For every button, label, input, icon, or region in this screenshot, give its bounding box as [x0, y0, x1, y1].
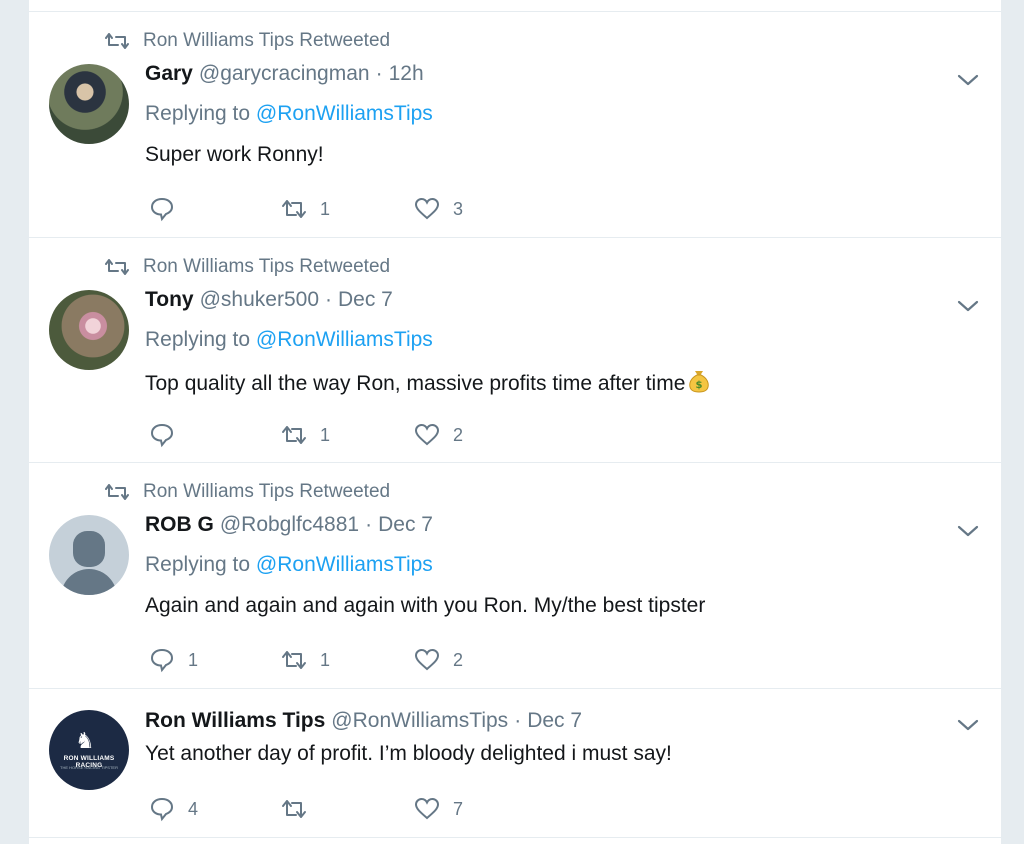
retweet-button[interactable]: 1: [281, 646, 330, 674]
like-button[interactable]: 2: [414, 421, 463, 449]
chevron-down-icon[interactable]: [955, 72, 981, 88]
retweet-count: 1: [320, 198, 331, 219]
display-name[interactable]: Gary: [145, 62, 193, 86]
retweet-context: Ron Williams Tips Retweeted: [105, 481, 390, 503]
separator-dot: ·: [365, 513, 373, 536]
reply-count: 4: [188, 798, 199, 819]
heart-icon: [414, 423, 440, 446]
heart-icon: [414, 197, 440, 220]
tweet[interactable]: Ron Williams Tips Retweeted Gary @garycr…: [29, 11, 1001, 238]
user-handle[interactable]: @RonWilliamsTips: [331, 709, 508, 733]
tweet[interactable]: ♞ RON WILLIAMS RACING THE HORSE RACING T…: [29, 688, 1001, 838]
retweet-count: 1: [320, 649, 331, 670]
display-name[interactable]: Tony: [145, 288, 194, 312]
retweet-icon: [105, 259, 129, 275]
like-button[interactable]: 7: [414, 795, 463, 823]
chevron-down-icon[interactable]: [955, 298, 981, 314]
avatar-head: [73, 531, 105, 567]
timeline: Ron Williams Tips Retweeted Gary @garycr…: [29, 0, 1001, 844]
retweet-icon: [282, 800, 306, 818]
tweet-text: Again and again and again with you Ron. …: [145, 594, 706, 617]
retweet-label: Ron Williams Tips Retweeted: [143, 256, 391, 277]
mention-link[interactable]: @RonWilliamsTips: [256, 102, 433, 125]
tweet-header: Tony @shuker500 · Dec 7: [145, 288, 393, 318]
tweet-header: Gary @garycracingman · 12h: [145, 62, 424, 92]
default-profile-icon[interactable]: [49, 515, 129, 595]
tweet[interactable]: Ron Williams Tips Retweeted Tony @shuker…: [29, 237, 1001, 463]
reply-icon: [150, 423, 174, 448]
money-bag-icon: $: [689, 371, 710, 393]
replying-prefix: Replying to: [145, 553, 251, 576]
mention-link[interactable]: @RonWilliamsTips: [256, 328, 433, 351]
reply-button[interactable]: [149, 195, 188, 223]
retweet-label: Ron Williams Tips Retweeted: [143, 30, 391, 51]
timestamp[interactable]: 12h: [389, 62, 424, 86]
retweet-icon: [282, 651, 306, 669]
separator-dot: ·: [375, 62, 383, 85]
chevron-down-icon[interactable]: [955, 717, 981, 733]
separator-dot: ·: [325, 288, 332, 311]
tweet-text-content: Top quality all the way Ron, massive pro…: [145, 372, 686, 395]
retweet-icon: [105, 484, 129, 500]
reply-icon: [150, 197, 174, 222]
replying-prefix: Replying to: [145, 328, 251, 351]
retweet-count: 1: [320, 424, 331, 445]
retweet-icon: [282, 200, 306, 218]
mention-link[interactable]: @RonWilliamsTips: [256, 553, 433, 576]
timestamp[interactable]: Dec 7: [527, 709, 582, 733]
reply-button[interactable]: 1: [149, 646, 198, 674]
display-name[interactable]: ROB G: [145, 513, 214, 537]
timestamp[interactable]: Dec 7: [378, 513, 433, 537]
retweet-context: Ron Williams Tips Retweeted: [105, 30, 390, 52]
retweet-label: Ron Williams Tips Retweeted: [143, 481, 391, 502]
separator-dot: ·: [514, 709, 522, 732]
like-button[interactable]: 3: [414, 195, 463, 223]
tweet[interactable]: Ron Williams Tips Retweeted ROB G @Robgl…: [29, 462, 1001, 689]
logo-subtext: THE HORSE RACING TIPSTER: [60, 765, 118, 770]
tweet-text: Top quality all the way Ron, massive pro…: [145, 369, 710, 396]
retweet-button[interactable]: [281, 795, 320, 823]
like-count: 2: [453, 649, 464, 670]
like-count: 3: [453, 198, 464, 219]
tweet-header: Ron Williams Tips @RonWilliamsTips · Dec…: [145, 709, 582, 739]
retweet-context: Ron Williams Tips Retweeted: [105, 256, 390, 278]
user-handle[interactable]: @shuker500: [200, 288, 319, 312]
like-button[interactable]: 2: [414, 646, 463, 674]
retweet-icon: [105, 33, 129, 49]
timestamp[interactable]: Dec 7: [338, 288, 393, 312]
replying-to: Replying to @RonWilliamsTips: [145, 553, 433, 577]
ron-williams-racing-logo[interactable]: ♞ RON WILLIAMS RACING THE HORSE RACING T…: [49, 710, 129, 790]
tweet-text: Super work Ronny!: [145, 143, 324, 166]
reply-button[interactable]: [149, 421, 188, 449]
retweet-button[interactable]: 1: [281, 195, 330, 223]
replying-to: Replying to @RonWilliamsTips: [145, 102, 433, 126]
chevron-down-icon[interactable]: [955, 523, 981, 539]
user-handle[interactable]: @garycracingman: [199, 62, 370, 86]
tweet-header: ROB G @Robglfc4881 · Dec 7: [145, 513, 433, 543]
retweet-button[interactable]: 1: [281, 421, 330, 449]
replying-prefix: Replying to: [145, 102, 251, 125]
retweet-icon: [282, 426, 306, 444]
reply-icon: [150, 648, 174, 673]
heart-icon: [414, 797, 440, 820]
tweet-text: Yet another day of profit. I’m bloody de…: [145, 742, 672, 765]
replying-to: Replying to @RonWilliamsTips: [145, 328, 433, 352]
reply-count: 1: [188, 649, 199, 670]
avatar-body: [61, 569, 117, 595]
user-handle[interactable]: @Robglfc4881: [220, 513, 359, 537]
reply-icon: [150, 797, 174, 822]
heart-icon: [414, 648, 440, 671]
like-count: 7: [453, 798, 464, 819]
display-name[interactable]: Ron Williams Tips: [145, 709, 325, 733]
avatar[interactable]: [49, 64, 129, 144]
avatar[interactable]: [49, 290, 129, 370]
svg-text:$: $: [696, 380, 703, 391]
like-count: 2: [453, 424, 464, 445]
horse-icon: ♞: [75, 728, 95, 753]
reply-button[interactable]: 4: [149, 795, 198, 823]
